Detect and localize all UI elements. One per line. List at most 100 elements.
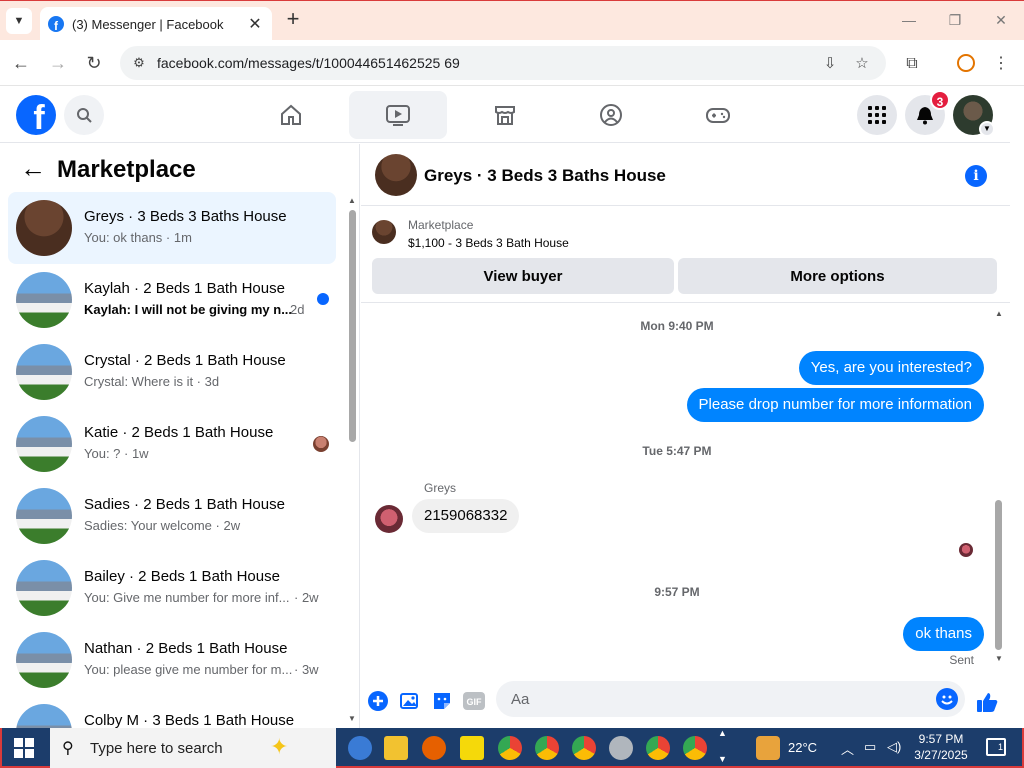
account-chevron-down-icon[interactable]: ▼ — [979, 121, 995, 137]
weather-icon[interactable] — [756, 736, 780, 760]
facebook-logo-icon[interactable]: f — [16, 95, 56, 135]
like-button[interactable] — [975, 690, 999, 714]
nav-marketplace[interactable] — [456, 91, 554, 139]
menu-button[interactable] — [857, 95, 897, 135]
url-text[interactable]: facebook.com/messages/t/100044651462525 … — [157, 55, 460, 71]
notification-count: 1 — [997, 742, 1003, 752]
extensions-icon[interactable]: ⧉ — [901, 53, 923, 75]
app-icon[interactable] — [348, 736, 372, 760]
taskbar-search-box[interactable]: ⚲ Type here to search ✦ — [50, 728, 336, 768]
conversation-time: 2d — [290, 302, 305, 317]
info-icon[interactable]: i — [965, 165, 987, 187]
back-arrow-icon[interactable]: ← — [20, 155, 46, 181]
chrome-profile-s-icon[interactable] — [535, 736, 559, 760]
outgoing-message[interactable]: Please drop number for more information — [686, 388, 984, 422]
conversation-item[interactable]: Colby M · 3 Beds 1 Bath House — [8, 696, 336, 728]
nav-groups[interactable] — [562, 91, 660, 139]
conversation-item[interactable]: Greys · 3 Beds 3 Baths House You: ok tha… — [8, 192, 336, 264]
nav-video[interactable] — [349, 91, 447, 139]
network-icon[interactable]: ▭ — [864, 739, 876, 755]
new-tab-button[interactable]: + — [282, 8, 304, 31]
address-bar[interactable]: ⚙ facebook.com/messages/t/10004465146252… — [120, 46, 886, 80]
taskbar-clock[interactable]: 9:57 PM 3/27/2025 — [910, 731, 972, 763]
conversation-time: · 3w — [294, 662, 319, 677]
chat-scroll-up-arrow-icon[interactable]: ▲ — [995, 309, 1003, 318]
file-explorer-icon[interactable] — [384, 736, 408, 760]
app-icon[interactable] — [609, 736, 633, 760]
sparkle-icon[interactable]: ✦ — [270, 734, 288, 760]
volume-icon[interactable]: ◁) — [887, 739, 901, 755]
close-window-button[interactable]: ✕ — [986, 9, 1016, 31]
restore-button[interactable]: ❐ — [940, 9, 970, 31]
timestamp: 9:57 PM — [654, 585, 700, 599]
conversation-item[interactable]: Kaylah · 2 Beds 1 Bath House Kaylah: I w… — [8, 264, 336, 336]
facebook-search-button[interactable] — [64, 95, 104, 135]
attach-photo-button[interactable] — [399, 690, 421, 712]
conversation-name: Bailey · 2 Beds 1 Bath House — [84, 568, 280, 585]
chrome-profile-h-icon[interactable] — [498, 736, 522, 760]
search-icon — [77, 108, 92, 123]
tray-overflow-chevron-icon[interactable]: ︿ — [841, 739, 854, 758]
tab-close-icon[interactable]: ✕ — [246, 14, 264, 34]
taskbar-overflow-down-icon[interactable]: ▼ — [718, 754, 727, 764]
chat-scrollbar-thumb[interactable] — [995, 500, 1002, 650]
clock-time: 9:57 PM — [918, 732, 964, 746]
conversation-item[interactable]: Katie · 2 Beds 1 Bath House You: ? · 1w — [8, 408, 336, 480]
chat-title[interactable]: Greys · 3 Beds 3 Baths House — [424, 166, 666, 186]
conversation-item[interactable]: Nathan · 2 Beds 1 Bath House You: please… — [8, 624, 336, 696]
sticker-button[interactable] — [431, 690, 453, 712]
taskbar-overflow-up-icon[interactable]: ▲ — [718, 728, 727, 738]
forward-button[interactable]: → — [47, 52, 69, 74]
listing-card: Marketplace $1,100 - 3 Beds 3 Bath House… — [361, 207, 1010, 303]
chat-panel: Greys · 3 Beds 3 Baths House i Marketpla… — [361, 144, 1010, 728]
back-button[interactable]: ← — [10, 52, 32, 74]
taskbar-search-placeholder: Type here to search — [90, 740, 223, 757]
groups-icon — [600, 104, 622, 126]
install-app-icon[interactable]: ⇩ — [820, 54, 840, 74]
sender-name: Greys — [424, 481, 457, 495]
bookmark-star-icon[interactable]: ☆ — [852, 54, 872, 74]
listing-price: $1,100 - 3 Beds 3 Bath House — [408, 236, 569, 250]
chat-scroll-down-arrow-icon[interactable]: ▼ — [995, 654, 1003, 663]
nav-gaming[interactable] — [669, 91, 767, 139]
scroll-down-arrow-icon[interactable]: ▼ — [348, 714, 356, 723]
more-options-button[interactable]: More options — [678, 258, 997, 294]
nav-home[interactable] — [242, 91, 340, 139]
facebook-top-nav: f 3 ▼ — [0, 87, 1010, 143]
conversation-item[interactable]: Crystal · 2 Beds 1 Bath House Crystal: W… — [8, 336, 336, 408]
site-info-icon[interactable]: ⚙ — [130, 54, 148, 72]
conversation-item[interactable]: Bailey · 2 Beds 1 Bath House You: Give m… — [8, 552, 336, 624]
browser-menu-icon[interactable]: ⋮ — [990, 53, 1012, 75]
minimize-button[interactable]: — — [894, 9, 924, 31]
chrome-icon[interactable] — [572, 736, 596, 760]
profile-icon[interactable] — [957, 54, 975, 72]
conversation-preview: You: please give me number for m... — [84, 662, 293, 677]
temperature[interactable]: 22°C — [788, 740, 817, 755]
sticky-notes-icon[interactable] — [460, 736, 484, 760]
incoming-message[interactable]: 2159068332 — [412, 499, 520, 533]
reload-button[interactable]: ↻ — [83, 52, 105, 74]
left-scrollbar-thumb[interactable] — [349, 210, 356, 442]
conversation-item[interactable]: Sadies · 2 Beds 1 Bath House Sadies: You… — [8, 480, 336, 552]
emoji-icon[interactable] — [936, 688, 958, 710]
conversation-name: Nathan · 2 Beds 1 Bath House — [84, 640, 288, 657]
gif-button[interactable]: GIF — [463, 690, 485, 712]
firefox-icon[interactable] — [422, 736, 446, 760]
view-buyer-button[interactable]: View buyer — [372, 258, 674, 294]
notification-center-icon[interactable]: 1 — [986, 738, 1006, 756]
chrome-icon[interactable] — [683, 736, 707, 760]
outgoing-message[interactable]: ok thans — [903, 617, 984, 651]
tab-search-menu-button[interactable]: ▼ — [6, 8, 32, 34]
chrome-icon[interactable] — [646, 736, 670, 760]
more-actions-button[interactable] — [367, 690, 389, 712]
sender-avatar[interactable] — [375, 505, 403, 533]
seen-avatar — [313, 436, 329, 452]
start-windows-icon[interactable] — [14, 738, 34, 758]
listing-thumbnail — [16, 200, 72, 256]
browser-tab-messenger[interactable]: f (3) Messenger | Facebook ✕ — [40, 7, 272, 41]
chat-avatar[interactable] — [375, 154, 417, 196]
notification-badge: 3 — [930, 90, 950, 110]
scroll-up-arrow-icon[interactable]: ▲ — [348, 196, 356, 205]
message-input[interactable]: Aa — [496, 681, 965, 717]
outgoing-message[interactable]: Yes, are you interested? — [798, 351, 984, 385]
